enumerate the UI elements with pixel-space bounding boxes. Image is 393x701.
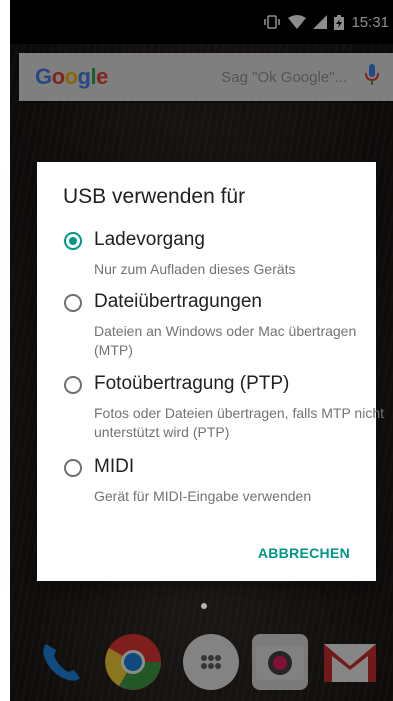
dialog-title: USB verwenden für (63, 185, 246, 208)
option-label: Fotoübertragung (PTP) (94, 373, 290, 394)
option-label: MIDI (94, 456, 135, 477)
option-description: Fotos oder Dateien übertragen, falls MTP… (94, 405, 385, 440)
radio-button-selected[interactable] (64, 232, 82, 250)
option-label: Dateiübertragungen (94, 291, 262, 312)
radio-button[interactable] (64, 459, 82, 477)
option-description: Dateien an Windows oder Mac übertragen (… (94, 323, 357, 358)
radio-button[interactable] (64, 376, 82, 394)
cancel-button[interactable]: ABBRECHEN (258, 545, 350, 561)
page-indicator (201, 603, 207, 609)
radio-button[interactable] (64, 294, 82, 312)
option-description: Gerät für MIDI-Eingabe verwenden (94, 488, 312, 504)
usb-mode-dialog: USB verwenden für Ladevorgang Nur zum Au… (37, 162, 384, 581)
option-description: Nur zum Aufladen dieses Geräts (94, 261, 296, 277)
option-label: Ladevorgang (94, 229, 205, 250)
